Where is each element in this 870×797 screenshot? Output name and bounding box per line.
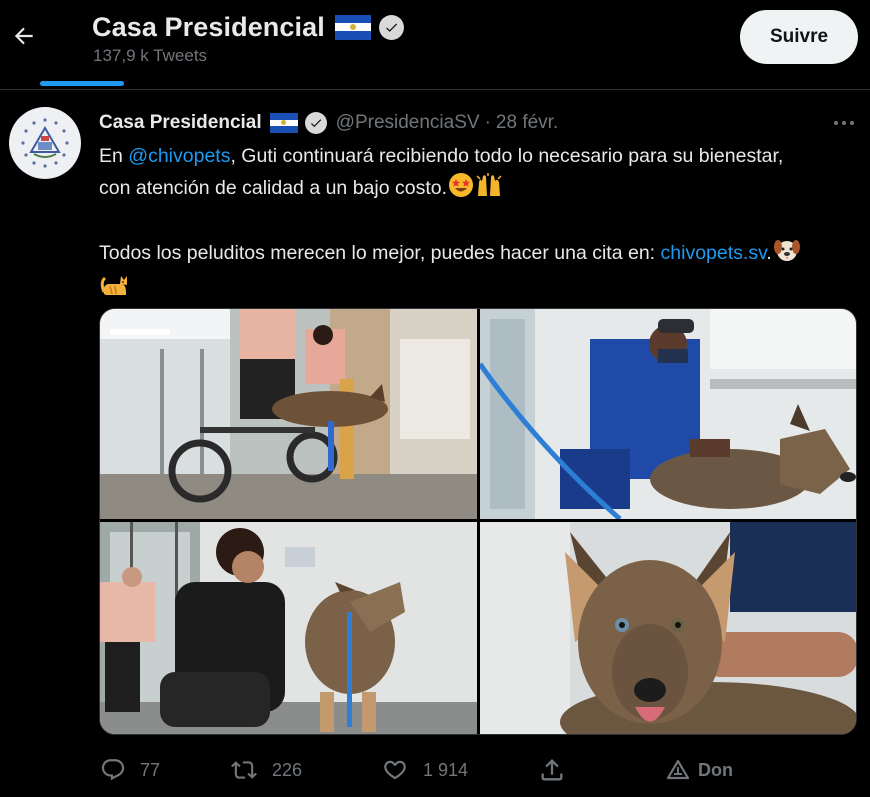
el-salvador-flag-icon xyxy=(334,14,371,40)
reply-button[interactable]: 77 xyxy=(100,750,160,790)
coat-of-arms-icon xyxy=(18,116,72,170)
tweet-actions: 77 226 1 914 Don xyxy=(0,750,870,790)
raising-hands-emoji xyxy=(475,172,503,208)
share-icon xyxy=(541,759,563,781)
verified-badge-icon xyxy=(378,14,404,40)
tweet-paragraph-1: En @chivopets, Guti continuará recibiend… xyxy=(99,142,819,207)
el-salvador-flag-icon xyxy=(269,113,298,133)
donate-icon xyxy=(666,759,690,780)
mention-link[interactable]: @chivopets xyxy=(128,145,230,167)
website-link[interactable]: chivopets.sv xyxy=(661,242,767,264)
tweet-header: Casa Presidencial @PresidenciaSV · 28 fé… xyxy=(99,110,558,136)
donate-label: Don xyxy=(698,759,733,780)
heart-icon xyxy=(384,760,406,780)
reply-icon xyxy=(101,759,125,781)
tweet-text: En @chivopets, Guti continuará recibiend… xyxy=(99,142,819,308)
header-title-row: Casa Presidencial xyxy=(92,10,404,44)
photo-dog-wheelchair[interactable] xyxy=(100,309,477,519)
text-segment: En xyxy=(99,145,129,167)
photo-woman-with-dog[interactable] xyxy=(100,522,477,734)
dog-face-emoji xyxy=(773,237,801,273)
media-grid xyxy=(99,308,857,735)
author-handle[interactable]: @PresidenciaSV xyxy=(336,112,480,134)
reply-count: 77 xyxy=(140,759,161,780)
retweet-button[interactable]: 226 xyxy=(230,750,302,790)
share-button[interactable] xyxy=(538,750,566,790)
text-segment: . xyxy=(766,241,772,264)
retweet-count: 226 xyxy=(272,759,303,780)
photo-dog-closeup[interactable] xyxy=(480,522,856,734)
like-count: 1 914 xyxy=(423,759,469,780)
page-title: Casa Presidencial xyxy=(92,11,325,42)
more-horizontal-icon xyxy=(834,121,854,125)
photo-vet-examining-dog[interactable] xyxy=(480,309,856,519)
retweet-icon xyxy=(231,761,257,779)
like-button[interactable]: 1 914 xyxy=(381,750,468,790)
tweet-count: 137,9 k Tweets xyxy=(93,46,208,65)
more-options-button[interactable] xyxy=(828,112,860,134)
cat-emoji xyxy=(100,272,130,308)
star-struck-emoji xyxy=(448,172,474,208)
tweet-paragraph-2: Todos los peluditos merecen lo mejor, pu… xyxy=(99,237,819,308)
back-button[interactable] xyxy=(8,20,40,52)
text-segment: Todos los peluditos merecen lo mejor, pu… xyxy=(99,241,661,264)
author-name[interactable]: Casa Presidencial xyxy=(99,112,262,134)
profile-header: Casa Presidencial 137,9 k Tweets Suivre xyxy=(0,0,870,88)
separator-dot: · xyxy=(484,112,491,133)
follow-button[interactable]: Suivre xyxy=(740,10,858,64)
tweet-date[interactable]: 28 févr. xyxy=(496,112,558,134)
donate-button[interactable]: Don xyxy=(666,750,733,790)
arrow-left-icon xyxy=(14,27,33,45)
verified-badge-icon xyxy=(304,112,327,134)
header-underline xyxy=(40,81,124,86)
header-divider xyxy=(0,89,870,90)
avatar[interactable] xyxy=(9,107,81,179)
